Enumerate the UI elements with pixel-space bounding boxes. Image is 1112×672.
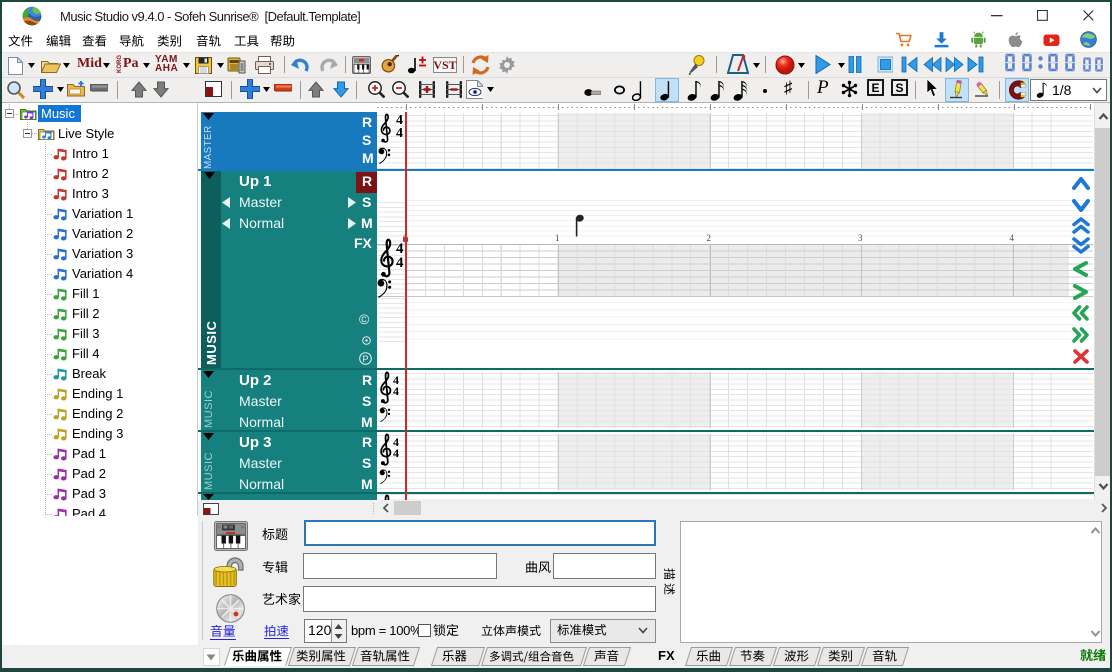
svg-text:E: E (871, 81, 879, 95)
svg-text:S: S (895, 81, 903, 95)
svg-text:P: P (362, 354, 368, 364)
svg-text:VST: VST (433, 58, 456, 72)
